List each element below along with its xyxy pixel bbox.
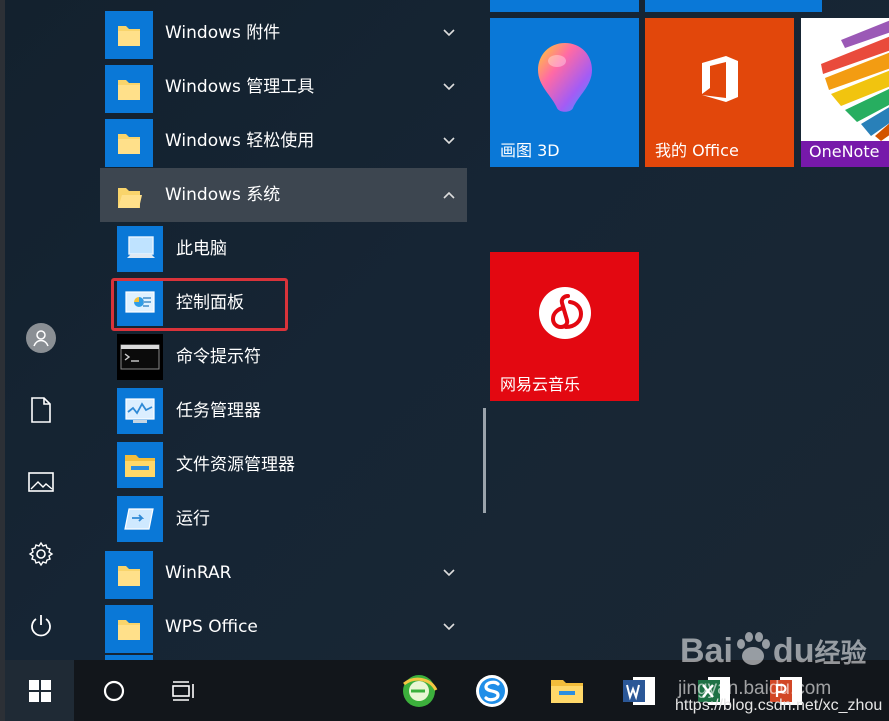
folder-windows-admin-tools[interactable]: Windows 管理工具 bbox=[100, 60, 467, 114]
chevron-up-icon[interactable] bbox=[439, 168, 459, 222]
pictures-icon[interactable] bbox=[23, 464, 59, 500]
app-file-explorer[interactable]: 文件资源管理器 bbox=[100, 438, 467, 492]
app-this-pc[interactable]: 此电脑 bbox=[100, 222, 467, 276]
folder-windows-system[interactable]: Windows 系统 bbox=[100, 168, 467, 222]
app-label: 任务管理器 bbox=[176, 401, 261, 421]
folder-icon bbox=[105, 65, 153, 113]
folder-windows-accessories[interactable]: Windows 附件 bbox=[100, 6, 467, 60]
tile-strip bbox=[645, 0, 822, 12]
watermark-brand: Bai bbox=[680, 632, 733, 670]
cmd-icon bbox=[117, 334, 163, 380]
onenote-icon bbox=[801, 18, 889, 141]
tile-onenote[interactable]: OneNote bbox=[801, 18, 889, 167]
watermark-url: https://blog.csdn.net/xc_zhou bbox=[675, 697, 883, 714]
paw-icon bbox=[733, 632, 773, 665]
chevron-down-icon[interactable] bbox=[439, 6, 459, 60]
folder-windows-ease-of-access[interactable]: Windows 轻松使用 bbox=[100, 114, 467, 168]
windows-start-icon[interactable] bbox=[5, 660, 74, 721]
chevron-down-icon[interactable] bbox=[439, 600, 459, 654]
sogou-icon[interactable] bbox=[463, 660, 521, 721]
tile-label: 画图 3D bbox=[500, 141, 560, 160]
folder-wps-office[interactable]: WPS Office bbox=[100, 600, 467, 654]
run-icon bbox=[117, 496, 163, 542]
app-label: 命令提示符 bbox=[176, 347, 261, 367]
netease-music-icon bbox=[490, 252, 639, 373]
file-explorer-icon bbox=[117, 442, 163, 488]
start-menu: Windows 附件 Windows 管理工具 Windows 轻松使用 Win… bbox=[5, 0, 889, 660]
watermark-brand-du: du bbox=[772, 632, 815, 670]
folder-icon bbox=[105, 605, 153, 653]
tile-strip bbox=[490, 0, 639, 12]
folder-winrar[interactable]: WinRAR bbox=[100, 546, 467, 600]
folder-label: Windows 系统 bbox=[165, 185, 281, 205]
folder-label: WinRAR bbox=[165, 563, 232, 583]
document-icon[interactable] bbox=[23, 392, 59, 428]
app-run[interactable]: 运行 bbox=[100, 492, 467, 546]
folder-label: Windows 附件 bbox=[165, 23, 281, 43]
folder-icon bbox=[105, 119, 153, 167]
app-command-prompt[interactable]: 命令提示符 bbox=[100, 330, 467, 384]
tile-label: 网易云音乐 bbox=[500, 375, 581, 394]
highlight-box bbox=[111, 278, 288, 331]
tile-my-office[interactable]: 我的 Office bbox=[645, 18, 794, 167]
settings-icon[interactable] bbox=[23, 536, 59, 572]
browser-icon[interactable] bbox=[390, 660, 448, 721]
user-icon[interactable] bbox=[23, 320, 59, 356]
tile-paint-3d[interactable]: 画图 3D bbox=[490, 18, 639, 167]
app-label: 此电脑 bbox=[176, 239, 227, 259]
tile-netease-music[interactable]: 网易云音乐 bbox=[490, 252, 639, 401]
file-explorer-icon[interactable] bbox=[538, 660, 596, 721]
power-icon[interactable] bbox=[23, 608, 59, 644]
word-icon[interactable] bbox=[610, 660, 668, 721]
app-label: 运行 bbox=[176, 509, 210, 529]
watermark-brand-jingyan: 经验 bbox=[814, 638, 867, 668]
paint3d-icon bbox=[490, 18, 639, 139]
office-icon bbox=[645, 18, 794, 139]
baidu-watermark-logo: Bai du经验 bbox=[680, 628, 866, 671]
folder-label: WPS Office bbox=[165, 617, 258, 637]
folder-icon bbox=[105, 11, 153, 59]
task-view-icon[interactable] bbox=[155, 660, 213, 721]
scrollbar[interactable] bbox=[483, 408, 486, 513]
search-circle-icon[interactable] bbox=[85, 660, 143, 721]
tile-label: 我的 Office bbox=[655, 141, 739, 160]
tile-label: OneNote bbox=[809, 142, 880, 161]
chevron-down-icon[interactable] bbox=[439, 60, 459, 114]
app-label: 文件资源管理器 bbox=[176, 455, 295, 475]
computer-icon bbox=[117, 226, 163, 272]
folder-icon bbox=[105, 551, 153, 599]
task-manager-icon bbox=[117, 388, 163, 434]
folder-label: Windows 轻松使用 bbox=[165, 131, 315, 151]
app-task-manager[interactable]: 任务管理器 bbox=[100, 384, 467, 438]
chevron-down-icon[interactable] bbox=[439, 114, 459, 168]
chevron-down-icon[interactable] bbox=[439, 546, 459, 600]
folder-open-icon bbox=[105, 173, 153, 221]
folder-label: Windows 管理工具 bbox=[165, 77, 315, 97]
